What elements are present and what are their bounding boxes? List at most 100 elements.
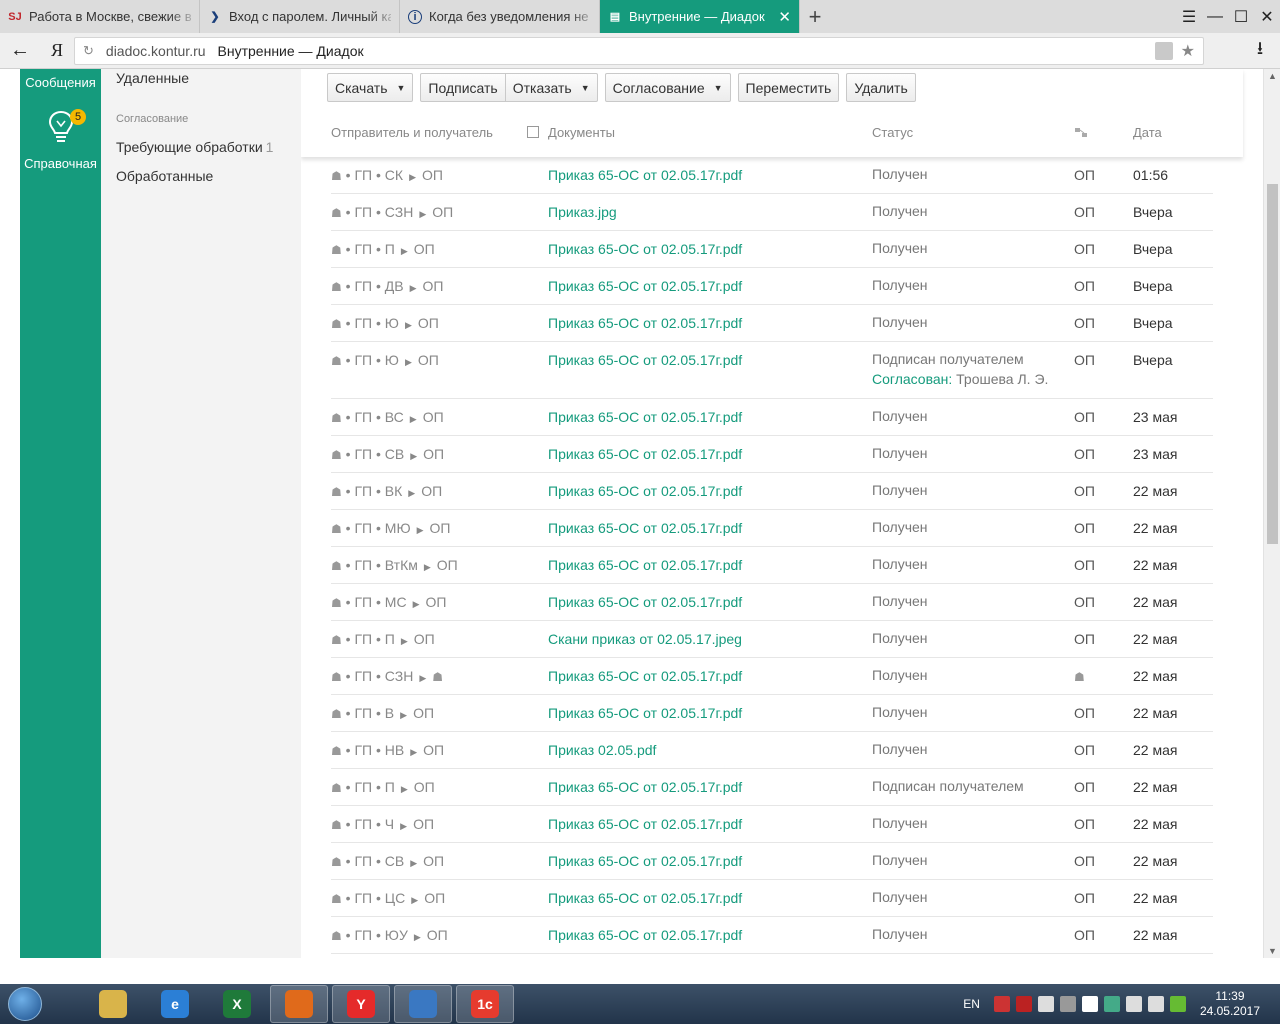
table-row[interactable]: ☗ • ГП • ЦС ▶ ОП Приказ 65-ОС от 02.05.17г.… xyxy=(331,880,1213,917)
table-row[interactable]: ☗ • ГП • Ю ▶ ОП Приказ 65-ОС от 02.05.17г.p… xyxy=(331,305,1213,342)
document-link[interactable]: Приказ 02.05.pdf xyxy=(548,742,656,758)
table-row[interactable]: ☗ • ГП • Ю ▶ ОП Приказ 65-ОС от 02.05.17г.p… xyxy=(331,342,1213,399)
tray-app-icon[interactable] xyxy=(993,996,1010,1012)
document-link[interactable]: Приказ 65-ОС от 02.05.17г.pdf xyxy=(548,557,742,573)
taskbar-app[interactable]: X xyxy=(208,985,266,1023)
tray-usb-icon[interactable] xyxy=(1081,996,1098,1012)
document-link[interactable]: Приказ 65-ОС от 02.05.17г.pdf xyxy=(548,779,742,795)
download-button[interactable]: Скачать ▼ xyxy=(327,73,414,102)
taskbar-app[interactable] xyxy=(270,985,328,1023)
folder-requires-processing[interactable]: Требующие обработки 1 xyxy=(116,139,273,155)
document-link[interactable]: Приказ 65-ОС от 02.05.17г.pdf xyxy=(548,705,742,721)
delete-button[interactable]: Удалить xyxy=(846,73,916,102)
url-field[interactable]: ↻ diadoc.kontur.ru Внутренние — Диадок ★ xyxy=(74,36,1204,65)
download-icon[interactable]: ⭳ xyxy=(1240,36,1280,66)
home-icon: ☗ xyxy=(331,744,342,758)
document-link[interactable]: Приказ 65-ОС от 02.05.17г.pdf xyxy=(548,927,742,943)
taskbar-app[interactable]: 1с xyxy=(456,985,514,1023)
scroll-down-icon[interactable]: ▼ xyxy=(1264,946,1280,956)
minimize-icon[interactable]: — xyxy=(1202,8,1228,26)
organization-filter-icon[interactable] xyxy=(1074,127,1088,139)
taskbar-app[interactable]: Y xyxy=(332,985,390,1023)
back-arrow-icon[interactable]: ← xyxy=(0,39,40,62)
table-row[interactable]: ☗ • ГП • П ▶ ОП Приказ 65-ОС от 02.05.17г.p… xyxy=(331,231,1213,268)
page-scrollbar[interactable]: ▲ ▼ xyxy=(1263,69,1280,958)
document-link[interactable]: Приказ 65-ОС от 02.05.17г.pdf xyxy=(548,409,742,425)
document-link[interactable]: Скани приказ от 02.05.17.jpeg xyxy=(548,631,742,647)
table-row[interactable]: ☗ • ГП • ДВ ▶ ОП Приказ 65-ОС от 02.05.17г.… xyxy=(331,268,1213,305)
table-row[interactable]: ☗ • ГП • СВ ▶ ОП Приказ 65-ОС от 02.05.17г.… xyxy=(331,436,1213,473)
sign-button[interactable]: Подписать xyxy=(420,73,506,102)
taskbar-app[interactable] xyxy=(394,985,452,1023)
taskbar-app[interactable]: e xyxy=(146,985,204,1023)
scroll-up-icon[interactable]: ▲ xyxy=(1264,71,1280,81)
table-row[interactable]: ☗ • ГП • СЗН ▶ ОП Приказ.jpg Получен ОП Вчера xyxy=(331,194,1213,231)
table-row[interactable]: ☗ • ГП • НВ ▶ ОП Приказ 02.05.pdf Получен ОП 2… xyxy=(331,732,1213,769)
language-indicator[interactable]: EN xyxy=(963,997,980,1011)
table-row[interactable]: ☗ • ГП • ЮУ ▶ ОП Приказ 65-ОС от 02.05.17г.… xyxy=(331,917,1213,954)
folder-processed[interactable]: Обработанные xyxy=(116,168,213,184)
document-link[interactable]: Приказ 65-ОС от 02.05.17г.pdf xyxy=(548,520,742,536)
clock[interactable]: 11:39 24.05.2017 xyxy=(1200,989,1260,1019)
table-row[interactable]: ☗ • ГП • СВ ▶ ОП Приказ 65-ОС от 02.05.17г.… xyxy=(331,843,1213,880)
maximize-icon[interactable]: ☐ xyxy=(1228,7,1254,27)
document-link[interactable]: Приказ 65-ОС от 02.05.17г.pdf xyxy=(548,446,742,462)
close-window-icon[interactable]: ✕ xyxy=(1254,7,1280,27)
table-row[interactable]: ☗ • ГП • СК ▶ ОП Приказ 65-ОС от 02.05.17г.… xyxy=(331,157,1213,194)
approval-label[interactable]: Согласован: xyxy=(872,371,952,387)
tab-1[interactable]: ❯ Вход с паролем. Личный ка xyxy=(200,0,400,33)
sender-org: ГП xyxy=(354,483,373,499)
tab-2[interactable]: i Когда без уведомления не xyxy=(400,0,600,33)
tray-notification-icon[interactable] xyxy=(1037,996,1054,1012)
table-row[interactable]: ☗ • ГП • ВК ▶ ОП Приказ 65-ОС от 02.05.17г.… xyxy=(331,473,1213,510)
document-link[interactable]: Приказ 65-ОС от 02.05.17г.pdf xyxy=(548,352,742,368)
date: 22 мая xyxy=(1133,557,1178,573)
document-link[interactable]: Приказ 65-ОС от 02.05.17г.pdf xyxy=(548,241,742,257)
document-link[interactable]: Приказ 65-ОС от 02.05.17г.pdf xyxy=(548,278,742,294)
table-row[interactable]: ☗ • ГП • П ▶ ОП Приказ 65-ОС от 02.05.17г.p… xyxy=(331,769,1213,806)
document-link[interactable]: Приказ 65-ОС от 02.05.17г.pdf xyxy=(548,816,742,832)
table-row[interactable]: ☗ • ГП • В ▶ ОП Приказ 65-ОС от 02.05.17г.p… xyxy=(331,695,1213,732)
scrollbar-thumb[interactable] xyxy=(1267,184,1278,544)
tray-download-icon[interactable] xyxy=(1103,996,1120,1012)
flag-icon[interactable] xyxy=(1147,996,1164,1012)
table-row[interactable]: ☗ • ГП • ВтКм ▶ ОП Приказ 65-ОС от 02.05.17… xyxy=(331,547,1213,584)
table-row[interactable]: ☗ • ГП • П ▶ ОП Скани приказ от 02.05.17.jp… xyxy=(331,621,1213,658)
bookmark-star-icon[interactable]: ★ xyxy=(1181,41,1195,61)
tab-3-active[interactable]: ▤ Внутренние — Диадок ✕ xyxy=(600,0,800,33)
tray-antivirus-icon[interactable] xyxy=(1015,996,1032,1012)
reject-button[interactable]: Отказать ▼ xyxy=(505,73,598,102)
lock-icon[interactable] xyxy=(1154,41,1173,60)
table-row[interactable]: ☗ • ГП • Ч ▶ ОП Приказ 65-ОС от 02.05.17г.p… xyxy=(331,806,1213,843)
help-nav-item[interactable]: Справочная xyxy=(20,156,101,171)
tray-network-icon[interactable] xyxy=(1059,996,1076,1012)
tab-0[interactable]: SJ Работа в Москве, свежие в xyxy=(0,0,200,33)
messages-nav-item[interactable]: Сообщения xyxy=(20,75,101,90)
table-row[interactable]: ☗ • ГП • ВС ▶ ОП Приказ 65-ОС от 02.05.17г.… xyxy=(331,399,1213,436)
document-link[interactable]: Приказ 65-ОС от 02.05.17г.pdf xyxy=(548,890,742,906)
table-row[interactable]: ☗ • ГП • СЗН ▶ ☗ Приказ 65-ОС от 02.05.17г.… xyxy=(331,658,1213,695)
start-button[interactable] xyxy=(0,984,50,1024)
document-link[interactable]: Приказ 65-ОС от 02.05.17г.pdf xyxy=(548,167,742,183)
volume-icon[interactable] xyxy=(1125,996,1142,1012)
close-tab-icon[interactable]: ✕ xyxy=(778,8,791,26)
select-all-checkbox[interactable] xyxy=(527,126,539,138)
document-link[interactable]: Приказ 65-ОС от 02.05.17г.pdf xyxy=(548,853,742,869)
taskbar-app[interactable] xyxy=(84,985,142,1023)
document-link[interactable]: Приказ 65-ОС от 02.05.17г.pdf xyxy=(548,594,742,610)
approval-button[interactable]: Согласование ▼ xyxy=(604,73,731,102)
new-tab-button[interactable]: + xyxy=(800,0,830,33)
document-link[interactable]: Приказ.jpg xyxy=(548,204,617,220)
table-row[interactable]: ☗ • ГП • МЮ ▶ ОП Приказ 65-ОС от 02.05.17г.… xyxy=(331,510,1213,547)
folder-deleted[interactable]: Удаленные xyxy=(116,70,189,86)
tray-update-icon[interactable] xyxy=(1169,996,1186,1012)
document-link[interactable]: Приказ 65-ОС от 02.05.17г.pdf xyxy=(548,483,742,499)
table-row[interactable]: ☗ • ГП • МС ▶ ОП Приказ 65-ОС от 02.05.17г.… xyxy=(331,584,1213,621)
home-icon: ☗ xyxy=(331,485,342,499)
yandex-logo-icon[interactable]: Я xyxy=(40,40,74,61)
move-button[interactable]: Переместить xyxy=(737,73,840,102)
document-link[interactable]: Приказ 65-ОС от 02.05.17г.pdf xyxy=(548,668,742,684)
reload-icon[interactable]: ↻ xyxy=(83,43,94,59)
document-link[interactable]: Приказ 65-ОС от 02.05.17г.pdf xyxy=(548,315,742,331)
menu-icon[interactable]: ☰ xyxy=(1176,7,1202,27)
